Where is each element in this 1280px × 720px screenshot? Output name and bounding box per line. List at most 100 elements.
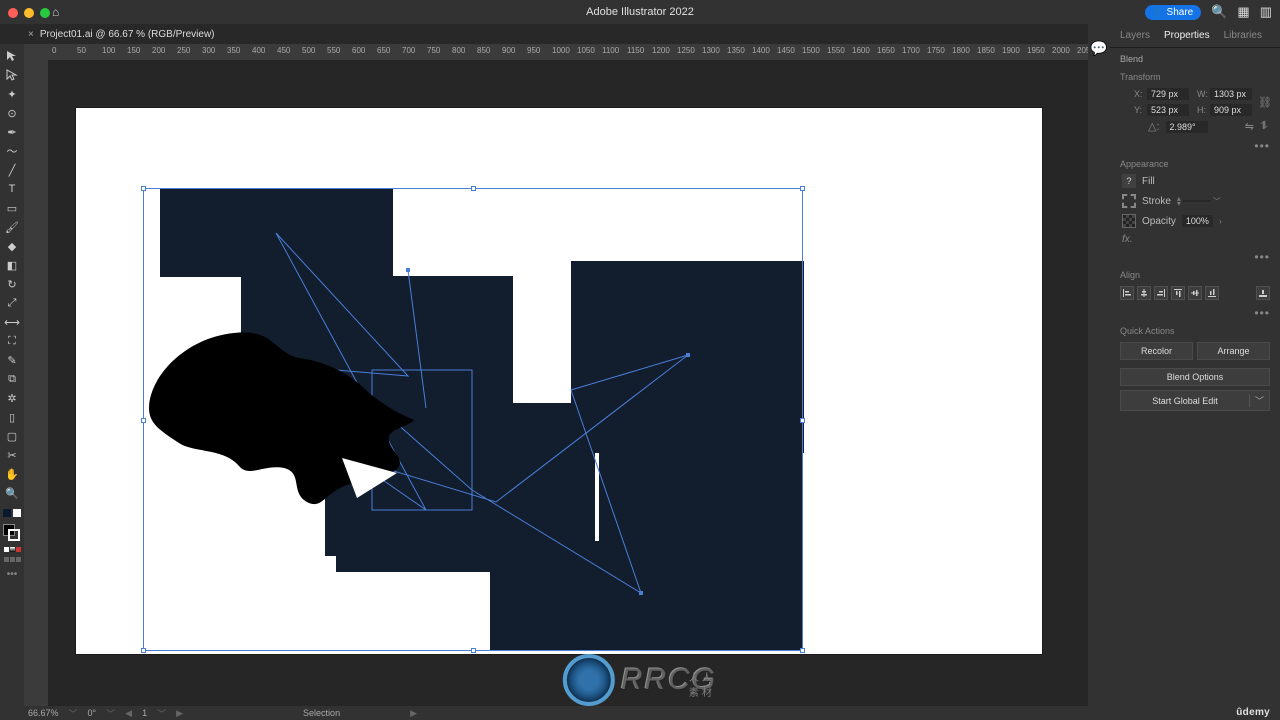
align-buttons xyxy=(1110,282,1280,304)
rotate-view[interactable]: 0° xyxy=(88,708,97,718)
panel-tabs: Layers Properties Libraries xyxy=(1110,24,1280,48)
selection-handle[interactable] xyxy=(141,648,146,653)
draw-mode-row[interactable] xyxy=(4,557,21,562)
flip-vertical-icon[interactable]: ⥮ xyxy=(1260,120,1268,133)
ruler-tick: 1350 xyxy=(727,46,745,55)
fx-label[interactable]: fx. xyxy=(1122,234,1133,245)
artboard-next-icon[interactable]: ▶ xyxy=(176,708,183,719)
comments-icon[interactable]: 💬 xyxy=(1090,40,1107,57)
stroke-swatch[interactable] xyxy=(1122,194,1136,208)
align-to-icon[interactable] xyxy=(1256,286,1270,300)
lasso-tool[interactable]: ⊙ xyxy=(3,105,21,121)
opacity-input[interactable]: 100% xyxy=(1182,215,1213,227)
symbol-sprayer-tool[interactable]: ✲ xyxy=(3,390,21,406)
align-hcenter-icon[interactable] xyxy=(1137,286,1151,300)
edit-toolbar-icon[interactable]: ••• xyxy=(7,569,18,580)
tab-layers[interactable]: Layers xyxy=(1118,28,1152,43)
constrain-icon[interactable]: ⛓ xyxy=(1258,96,1272,109)
align-right-icon[interactable] xyxy=(1154,286,1168,300)
swatch-white[interactable] xyxy=(13,509,21,517)
maximize-window-icon[interactable] xyxy=(40,8,50,18)
play-icon[interactable]: ▶ xyxy=(410,708,417,719)
ruler-tick: 1550 xyxy=(827,46,845,55)
direct-selection-tool[interactable] xyxy=(3,67,21,83)
transform-more-icon[interactable]: ••• xyxy=(1110,137,1280,155)
selection-handle[interactable] xyxy=(141,418,146,423)
ruler-tick: 1900 xyxy=(1002,46,1020,55)
hand-tool[interactable]: ✋ xyxy=(3,466,21,482)
selection-handle[interactable] xyxy=(800,186,805,191)
selection-handle[interactable] xyxy=(800,648,805,653)
flip-horizontal-icon[interactable]: ⇋ xyxy=(1245,120,1254,133)
align-top-icon[interactable] xyxy=(1171,286,1185,300)
stroke-stepper-icon[interactable]: ▴▾ xyxy=(1177,196,1181,206)
reference-point-selector[interactable] xyxy=(1122,92,1124,112)
free-transform-tool[interactable]: ⛶ xyxy=(3,333,21,349)
artboard-prev-icon[interactable]: ◀ xyxy=(125,708,132,719)
fill-stroke-swatch[interactable] xyxy=(3,524,21,542)
selection-handle[interactable] xyxy=(471,186,476,191)
selection-tool[interactable] xyxy=(3,48,21,64)
y-input[interactable]: 523 px xyxy=(1147,104,1189,116)
column-graph-tool[interactable]: ▯ xyxy=(3,409,21,425)
align-more-icon[interactable]: ••• xyxy=(1110,304,1280,322)
align-vcenter-icon[interactable] xyxy=(1188,286,1202,300)
close-window-icon[interactable] xyxy=(8,8,18,18)
appearance-more-icon[interactable]: ••• xyxy=(1110,248,1280,266)
chevron-down-icon[interactable]: ﹀ xyxy=(1249,394,1269,407)
angle-input[interactable]: 2.989° xyxy=(1166,121,1208,133)
start-global-edit-button[interactable]: Start Global Edit ﹀ xyxy=(1120,390,1270,411)
rectangle-tool[interactable]: ▭ xyxy=(3,200,21,216)
zoom-tool[interactable]: 🔍 xyxy=(3,485,21,501)
scale-tool[interactable]: ⤢ xyxy=(3,295,21,311)
fill-swatch[interactable]: ? xyxy=(1122,174,1136,188)
h-input[interactable]: 909 px xyxy=(1210,104,1252,116)
w-input[interactable]: 1303 px xyxy=(1210,88,1252,100)
canvas[interactable] xyxy=(48,60,1110,706)
blend-options-button[interactable]: Blend Options xyxy=(1120,368,1270,386)
type-tool[interactable]: T xyxy=(3,181,21,197)
line-tool[interactable]: ╱ xyxy=(3,162,21,178)
color-mode-row[interactable] xyxy=(4,547,21,552)
width-tool[interactable]: ⟷ xyxy=(3,314,21,330)
rotate-tool[interactable]: ↻ xyxy=(3,276,21,292)
slice-tool[interactable]: ✂ xyxy=(3,447,21,463)
blend-tool[interactable]: ⧉ xyxy=(3,371,21,387)
search-icon[interactable]: 🔍 xyxy=(1211,4,1227,20)
opacity-swatch[interactable] xyxy=(1122,214,1136,228)
tab-libraries[interactable]: Libraries xyxy=(1222,28,1264,43)
selection-handle[interactable] xyxy=(471,648,476,653)
chevron-down-icon[interactable]: ﹀ xyxy=(106,707,115,720)
zoom-level[interactable]: 66.67% xyxy=(28,708,59,718)
stroke-weight-input[interactable] xyxy=(1183,200,1211,202)
eraser-tool[interactable]: ◧ xyxy=(3,257,21,273)
align-bottom-icon[interactable] xyxy=(1205,286,1219,300)
chevron-down-icon[interactable]: ﹀ xyxy=(157,707,166,720)
tab-properties[interactable]: Properties xyxy=(1162,28,1212,43)
chevron-down-icon[interactable]: ﹀ xyxy=(1213,196,1221,207)
swatch-dark[interactable] xyxy=(3,509,11,517)
eyedropper-tool[interactable]: ✎ xyxy=(3,352,21,368)
recolor-button[interactable]: Recolor xyxy=(1120,342,1193,360)
magic-wand-tool[interactable]: ✦ xyxy=(3,86,21,102)
share-button[interactable]: 👤 Share xyxy=(1145,5,1201,20)
align-left-icon[interactable] xyxy=(1120,286,1134,300)
x-input[interactable]: 729 px xyxy=(1147,88,1189,100)
chevron-right-icon[interactable]: › xyxy=(1219,217,1222,226)
arrange-documents-icon[interactable]: ▥ xyxy=(1260,4,1272,20)
tab-close-icon[interactable]: × xyxy=(28,29,34,40)
pen-tool[interactable]: ✒ xyxy=(3,124,21,140)
chevron-down-icon[interactable]: ﹀ xyxy=(69,707,78,720)
document-tab-name[interactable]: Project01.ai @ 66.67 % (RGB/Preview) xyxy=(40,29,215,40)
workspace-layout-icon[interactable]: ▦ xyxy=(1237,4,1249,20)
paintbrush-tool[interactable]: 🖌 xyxy=(3,219,21,235)
shaper-tool[interactable]: ◆ xyxy=(3,238,21,254)
artboard-index[interactable]: 1 xyxy=(142,708,147,718)
home-icon[interactable]: ⌂ xyxy=(52,5,59,19)
selection-handle[interactable] xyxy=(141,186,146,191)
arrange-button[interactable]: Arrange xyxy=(1197,342,1270,360)
selection-handle[interactable] xyxy=(800,418,805,423)
curvature-tool[interactable]: 〜 xyxy=(3,143,21,159)
minimize-window-icon[interactable] xyxy=(24,8,34,18)
artboard-tool[interactable]: ▢ xyxy=(3,428,21,444)
